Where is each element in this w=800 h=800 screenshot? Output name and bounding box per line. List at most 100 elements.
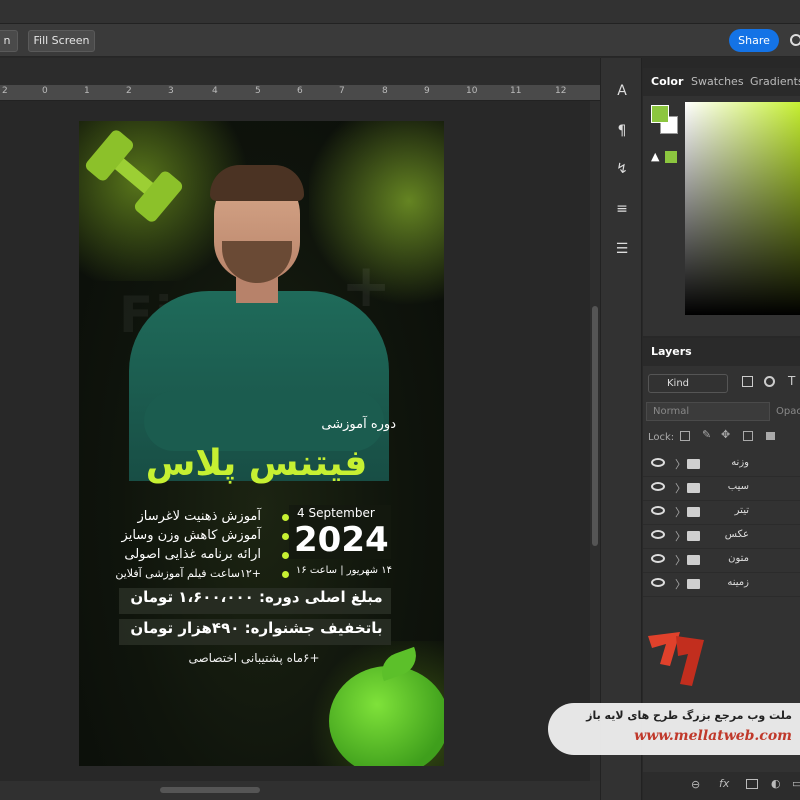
apple-graphic	[329, 666, 444, 766]
image-filter-icon[interactable]	[742, 376, 753, 387]
lock-pixels-icon[interactable]: ✎	[702, 428, 711, 441]
chevron-right-icon[interactable]: 〉	[675, 552, 686, 568]
layer-row[interactable]: 〉 متون	[643, 549, 800, 573]
bullet-dot	[282, 533, 289, 540]
eye-icon[interactable]	[651, 578, 665, 587]
ruler-mark: 11	[510, 86, 522, 96]
chevron-right-icon[interactable]: 〉	[675, 528, 686, 544]
ruler-mark: 9	[424, 86, 430, 96]
ruler-mark: 2	[126, 86, 132, 96]
new-group-icon[interactable]: ▭	[792, 777, 800, 790]
color-picker-field[interactable]	[685, 102, 800, 315]
watermark-url: www.mellatweb.com	[634, 728, 792, 744]
original-price: مبلغ اصلی دوره: ۱،۶۰۰،۰۰۰ تومان	[130, 588, 383, 606]
chevron-right-icon[interactable]: 〉	[675, 576, 686, 592]
ruler-mark: 0	[42, 86, 48, 96]
layers-footer: ⊖ fx ◐ ▭	[643, 772, 800, 800]
eye-icon[interactable]	[651, 506, 665, 515]
layer-row[interactable]: 〉 زمینه	[643, 573, 800, 597]
layer-name: وزنه	[731, 457, 749, 468]
new-adjustment-layer-icon[interactable]: ◐	[771, 777, 781, 790]
paragraph-panel-icon[interactable]: ¶	[612, 120, 632, 142]
bullet-dot	[282, 552, 289, 559]
date-english: 4 September	[297, 506, 375, 520]
fill-screen-button[interactable]: Fill Screen	[28, 30, 95, 52]
ruler-mark: 8	[382, 86, 388, 96]
discount-price: باتخفیف جشنواره: ۴۹۰هزار تومان	[130, 619, 383, 637]
feature-item: +۱۲ساعت فیلم آموزشی آفلاین	[115, 567, 261, 580]
fx-icon[interactable]: fx	[719, 777, 729, 790]
link-layers-icon[interactable]: ⊖	[691, 778, 700, 791]
blend-mode-dropdown[interactable]: Normal	[646, 402, 770, 421]
adjustment-filter-icon[interactable]	[764, 376, 775, 387]
vertical-scroll-thumb[interactable]	[592, 306, 598, 546]
options-bar: n Fill Screen	[0, 24, 800, 57]
mellatweb-logo	[648, 632, 704, 686]
course-title: فیتنس پلاس	[145, 443, 368, 484]
horizontal-scroll-thumb[interactable]	[160, 787, 260, 793]
ruler-mark: 10	[466, 86, 478, 96]
tab-swatches[interactable]: Swatches	[691, 75, 744, 88]
lock-label: Lock:	[648, 432, 675, 443]
feature-item: آموزش ذهنیت لاغرساز	[137, 509, 261, 524]
tab-color[interactable]: Color	[651, 75, 683, 88]
layer-name: سیب	[727, 481, 749, 492]
chevron-right-icon[interactable]: 〉	[675, 480, 686, 496]
type-filter-icon[interactable]: T	[788, 374, 795, 388]
layers-tab[interactable]: Layers	[651, 345, 692, 358]
ruler-mark: 1	[84, 86, 90, 96]
character-panel-icon[interactable]: A	[612, 80, 632, 102]
gamut-warning-icon: ▲	[651, 150, 660, 163]
folder-icon	[687, 555, 700, 565]
layer-row[interactable]: 〉 عکس	[643, 525, 800, 549]
ruler-mark: 2	[2, 86, 8, 96]
share-button[interactable]: Share	[729, 29, 779, 52]
feature-item: آموزش کاهش وزن وسایز	[121, 528, 261, 543]
ruler-mark: 5	[255, 86, 261, 96]
date-year: 2024	[294, 520, 389, 560]
add-mask-icon[interactable]	[746, 779, 758, 789]
lock-position-icon[interactable]: ✥	[721, 428, 730, 441]
layer-row[interactable]: 〉 وزنه	[643, 453, 800, 477]
search-icon[interactable]	[790, 34, 800, 46]
menu-bar	[0, 0, 800, 24]
support-text: +۶ماه پشتیبانی اختصاصی	[188, 651, 320, 665]
horizontal-scrollbar[interactable]	[0, 781, 600, 800]
layer-row[interactable]: 〉 تیتر	[643, 501, 800, 525]
ruler-mark: 12	[555, 86, 567, 96]
folder-icon	[687, 459, 700, 469]
eye-icon[interactable]	[651, 530, 665, 539]
poster-artboard[interactable]: Fitness + دوره آموزشی فیتنس پلاس آموزش ذ…	[79, 121, 444, 766]
eye-icon[interactable]	[651, 458, 665, 467]
eye-icon[interactable]	[651, 554, 665, 563]
folder-icon	[687, 579, 700, 589]
kind-filter-dropdown[interactable]: Kind	[648, 374, 728, 393]
horizontal-ruler: 2 0 1 2 3 4 5 6 7 8 9 10 11 12	[0, 85, 600, 101]
bullet-dot	[282, 514, 289, 521]
lock-transparency-icon[interactable]	[680, 431, 690, 441]
folder-icon	[687, 507, 700, 517]
lock-artboard-icon[interactable]	[743, 431, 753, 441]
glyphs-panel-icon[interactable]: ↯	[612, 158, 632, 180]
course-label: دوره آموزشی	[321, 417, 396, 432]
photoshop-window: n Fill Screen Share « 2 0 1 2 3 4 5 6 7 …	[0, 0, 800, 800]
trainer-photo	[124, 161, 389, 481]
tab-gradients[interactable]: Gradients	[750, 75, 800, 88]
ruler-mark: 7	[339, 86, 345, 96]
opacity-label: Opac	[776, 406, 800, 417]
eye-icon[interactable]	[651, 482, 665, 491]
lock-all-icon[interactable]	[766, 432, 775, 440]
layer-row[interactable]: 〉 سیب	[643, 477, 800, 501]
chevron-right-icon[interactable]: 〉	[675, 456, 686, 472]
adjustments-icon[interactable]: ☰	[612, 238, 632, 260]
foreground-color-swatch[interactable]	[651, 105, 669, 123]
layer-name: زمینه	[727, 577, 749, 588]
layer-name: تیتر	[734, 505, 749, 516]
ruler-mark: 6	[297, 86, 303, 96]
fit-screen-button[interactable]: n	[0, 30, 18, 52]
gamut-swatch[interactable]	[665, 151, 677, 163]
date-persian: ۱۴ شهریور | ساعت ۱۶	[295, 565, 392, 576]
chevron-right-icon[interactable]: 〉	[675, 504, 686, 520]
ruler-mark: 4	[212, 86, 218, 96]
brush-settings-icon[interactable]: ≡	[612, 198, 632, 220]
